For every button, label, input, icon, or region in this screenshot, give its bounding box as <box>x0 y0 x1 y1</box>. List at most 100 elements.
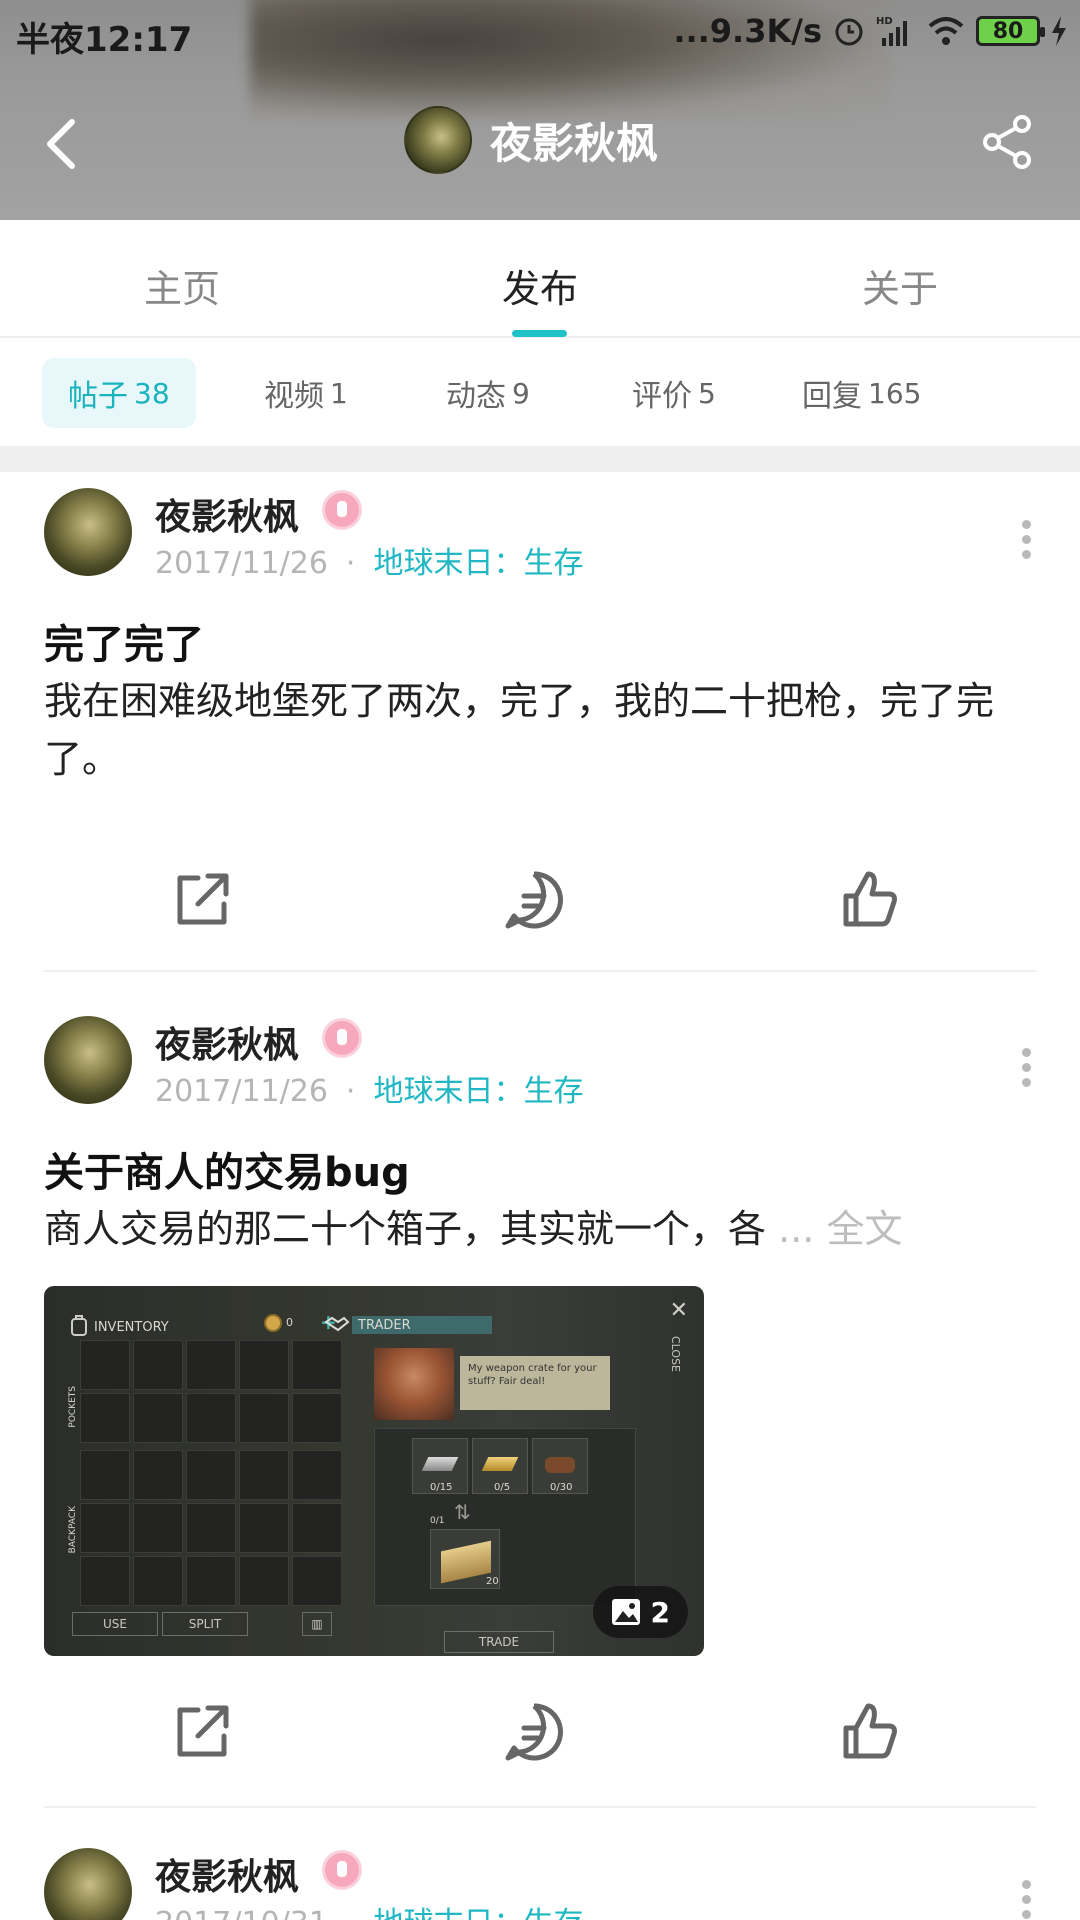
subtab-count: 1 <box>330 376 348 410</box>
more-options-icon[interactable] <box>1020 1042 1032 1102</box>
pockets-label: POCKETS <box>68 1386 78 1428</box>
post-date: 2017/11/26 <box>155 546 328 581</box>
comment-icon[interactable] <box>502 1700 566 1764</box>
subtab-label: 帖子 <box>68 379 128 414</box>
post-body[interactable]: 我在困难级地堡死了两次，完了，我的二十把枪，完了完了。 <box>44 672 1044 788</box>
game-link[interactable]: 地球末日：生存 <box>373 1074 583 1109</box>
subtab-moments[interactable]: 动态 9 <box>420 358 556 428</box>
swap-arrows-icon: ⇅ <box>454 1500 471 1524</box>
post-card[interactable]: 夜影秋枫 2017/11/26 · 地球末日：生存 关于商人的交易bug 商人交易的… <box>0 1000 1080 1832</box>
profile-header: 半夜12:17 ...9.3K/s HD 80 夜影秋枫 <box>0 0 1080 220</box>
post-body-preview[interactable]: 商人交易的那二十个箱子，其实就一个，各 ... 全文 <box>44 1200 1044 1258</box>
post-date: 2017/11/26 <box>155 1074 328 1109</box>
network-speed: ...9.3K/s <box>673 12 822 50</box>
post-card[interactable]: 夜影秋枫 2017/10/31 · 地球末日：生存 <box>0 1832 1080 1920</box>
subtab-label: 回复 <box>802 379 862 414</box>
post-meta: 2017/11/26 · 地球末日：生存 <box>155 538 583 582</box>
tab-about[interactable]: 关于 <box>862 258 938 313</box>
use-button: USE <box>72 1612 158 1636</box>
subtab-reviews[interactable]: 评价 5 <box>606 358 742 428</box>
post-body-text: 商人交易的那二十个箱子，其实就一个，各 <box>44 1207 767 1251</box>
author-name[interactable]: 夜影秋枫 <box>155 488 299 540</box>
trader-label: TRADER <box>358 1318 411 1333</box>
sub-tabs: 帖子 38 视频 1 动态 9 评价 5 回复 165 <box>0 340 1080 446</box>
post-meta: 2017/10/31 · 地球末日：生存 <box>155 1898 583 1920</box>
post-title[interactable]: 完了完了 <box>44 612 204 670</box>
more-options-icon[interactable] <box>1020 514 1032 574</box>
image-icon <box>611 1599 640 1625</box>
post-separator <box>44 1806 1036 1808</box>
trader-speech: My weapon crate for your stuff? Fair dea… <box>460 1356 610 1410</box>
crate-limit: 0/1 <box>430 1516 445 1526</box>
alarm-icon <box>835 18 863 46</box>
post-separator <box>44 970 1036 972</box>
slot-count: 0/5 <box>494 1482 511 1493</box>
author-avatar[interactable] <box>44 488 132 576</box>
meta-separator: · <box>345 546 356 581</box>
status-right: ...9.3K/s HD 80 <box>673 12 1068 50</box>
trader-portrait <box>374 1348 454 1420</box>
active-tab-indicator <box>512 330 567 337</box>
section-divider <box>0 446 1080 472</box>
meta-separator: · <box>345 1074 356 1109</box>
author-avatar[interactable] <box>44 1848 132 1920</box>
subtab-count: 5 <box>698 376 716 410</box>
close-label: CLOSE <box>669 1336 682 1373</box>
post-card[interactable]: 夜影秋枫 2017/11/26 · 地球末日：生存 完了完了 我在困难级地堡死了两次… <box>0 472 1080 972</box>
backpack-label: BACKPACK <box>68 1506 78 1554</box>
backpack-grid <box>80 1450 342 1606</box>
game-link[interactable]: 地球末日：生存 <box>373 546 583 581</box>
post-title[interactable]: 关于商人的交易bug <box>44 1140 410 1198</box>
meta-separator: · <box>346 1906 356 1920</box>
trash-icon: ▥ <box>302 1612 332 1636</box>
handshake-icon <box>324 1316 350 1332</box>
main-tabs: 主页 发布 关于 <box>0 220 1080 338</box>
nav-bar: 夜影秋枫 <box>0 100 1080 190</box>
page-title: 夜影秋枫 <box>490 118 659 168</box>
subtab-label: 评价 <box>632 379 692 414</box>
subtab-threads[interactable]: 帖子 38 <box>42 358 196 428</box>
svg-text:HD: HD <box>876 16 893 27</box>
status-bar: 半夜12:17 ...9.3K/s HD 80 <box>0 0 1080 64</box>
post-meta: 2017/11/26 · 地球末日：生存 <box>155 1066 583 1110</box>
author-name[interactable]: 夜影秋枫 <box>155 1848 299 1900</box>
backpack-icon <box>71 1315 87 1336</box>
wifi-icon <box>928 17 964 45</box>
user-badge-icon <box>322 1850 362 1890</box>
subtab-replies[interactable]: 回复 165 <box>776 358 947 428</box>
status-time: 半夜12:17 <box>16 20 193 60</box>
back-arrow-icon[interactable] <box>38 116 88 172</box>
like-icon[interactable] <box>838 868 902 932</box>
charging-icon <box>1052 16 1066 46</box>
game-link[interactable]: 地球末日：生存 <box>373 1906 583 1920</box>
subtab-count: 9 <box>512 376 530 410</box>
full-text-link[interactable]: 全文 <box>826 1207 902 1251</box>
tab-posts[interactable]: 发布 <box>502 258 578 313</box>
battery-indicator: 80 <box>976 16 1045 46</box>
share-post-icon[interactable] <box>170 868 234 932</box>
author-avatar[interactable] <box>44 1016 132 1104</box>
split-button: SPLIT <box>162 1612 248 1636</box>
share-icon[interactable] <box>980 114 1036 170</box>
inventory-label: INVENTORY <box>94 1320 169 1335</box>
share-post-icon[interactable] <box>170 1700 234 1764</box>
signal-icon: HD <box>876 16 907 46</box>
image-count-badge: 2 <box>592 1586 688 1638</box>
post-image[interactable]: INVENTORY POCKETS BACKPACK 0 + USE SPLIT… <box>44 1286 704 1656</box>
image-count: 2 <box>650 1595 670 1629</box>
slot-count: 0/15 <box>430 1482 453 1493</box>
post-actions <box>0 1700 1080 1780</box>
comment-icon[interactable] <box>502 868 566 932</box>
crate-count: 20 <box>486 1576 499 1587</box>
tab-home[interactable]: 主页 <box>144 258 220 313</box>
more-options-icon[interactable] <box>1020 1874 1032 1920</box>
user-badge-icon <box>322 1018 362 1058</box>
header-avatar <box>404 106 472 174</box>
author-name[interactable]: 夜影秋枫 <box>155 1016 299 1068</box>
user-badge-icon <box>322 490 362 530</box>
subtab-label: 视频 <box>264 379 324 414</box>
coin-value: 0 <box>286 1316 293 1329</box>
header-title-group: 夜影秋枫 <box>404 106 658 174</box>
subtab-videos[interactable]: 视频 1 <box>238 358 374 428</box>
like-icon[interactable] <box>838 1700 902 1764</box>
